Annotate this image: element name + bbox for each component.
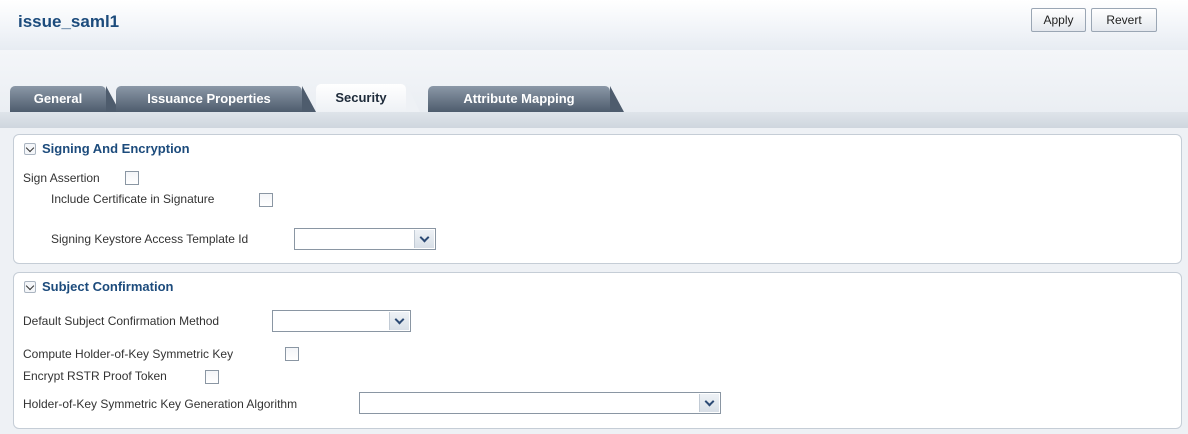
collapse-chevron-icon[interactable] — [24, 280, 36, 293]
chevron-down-icon[interactable] — [699, 394, 719, 412]
sign-assertion-checkbox[interactable] — [125, 171, 139, 185]
signing-section-header[interactable]: Signing And Encryption — [24, 141, 190, 156]
apply-button[interactable]: Apply — [1031, 8, 1086, 32]
tab-issuance-properties[interactable]: Issuance Properties — [116, 86, 316, 112]
tab-security[interactable]: Security — [316, 84, 420, 112]
subject-confirmation-section: Subject Confirmation Default Subject Con… — [13, 272, 1182, 429]
chevron-down-icon[interactable] — [389, 312, 409, 330]
encrypt-rstr-checkbox[interactable] — [205, 370, 219, 384]
chevron-down-icon[interactable] — [414, 230, 434, 248]
page-title: issue_saml1 — [18, 12, 120, 31]
page-header: issue_saml1 Apply Revert — [0, 0, 1188, 50]
include-certificate-label: Include Certificate in Signature — [51, 192, 215, 206]
default-method-select[interactable] — [272, 310, 411, 332]
hok-algorithm-select[interactable] — [359, 392, 721, 414]
subject-section-title: Subject Confirmation — [42, 279, 174, 294]
tab-general[interactable]: General — [10, 86, 120, 112]
compute-hok-checkbox[interactable] — [285, 347, 299, 361]
default-method-label: Default Subject Confirmation Method — [23, 314, 220, 328]
tab-attribute-mapping[interactable]: Attribute Mapping — [428, 86, 624, 112]
include-certificate-checkbox[interactable] — [259, 193, 273, 207]
keystore-template-label: Signing Keystore Access Template Id — [51, 232, 249, 246]
revert-button[interactable]: Revert — [1091, 8, 1157, 32]
sign-assertion-label: Sign Assertion — [23, 171, 100, 185]
collapse-chevron-icon[interactable] — [24, 142, 36, 155]
signing-section-title: Signing And Encryption — [42, 141, 190, 156]
hok-algorithm-label: Holder-of-Key Symmetric Key Generation A… — [23, 397, 298, 411]
signing-encryption-section: Signing And Encryption Sign Assertion In… — [13, 134, 1182, 264]
subject-section-header[interactable]: Subject Confirmation — [24, 279, 173, 294]
tab-divider — [0, 112, 1188, 128]
keystore-template-select[interactable] — [294, 228, 436, 250]
encrypt-rstr-label: Encrypt RSTR Proof Token — [23, 369, 167, 383]
compute-hok-label: Compute Holder-of-Key Symmetric Key — [23, 347, 234, 361]
